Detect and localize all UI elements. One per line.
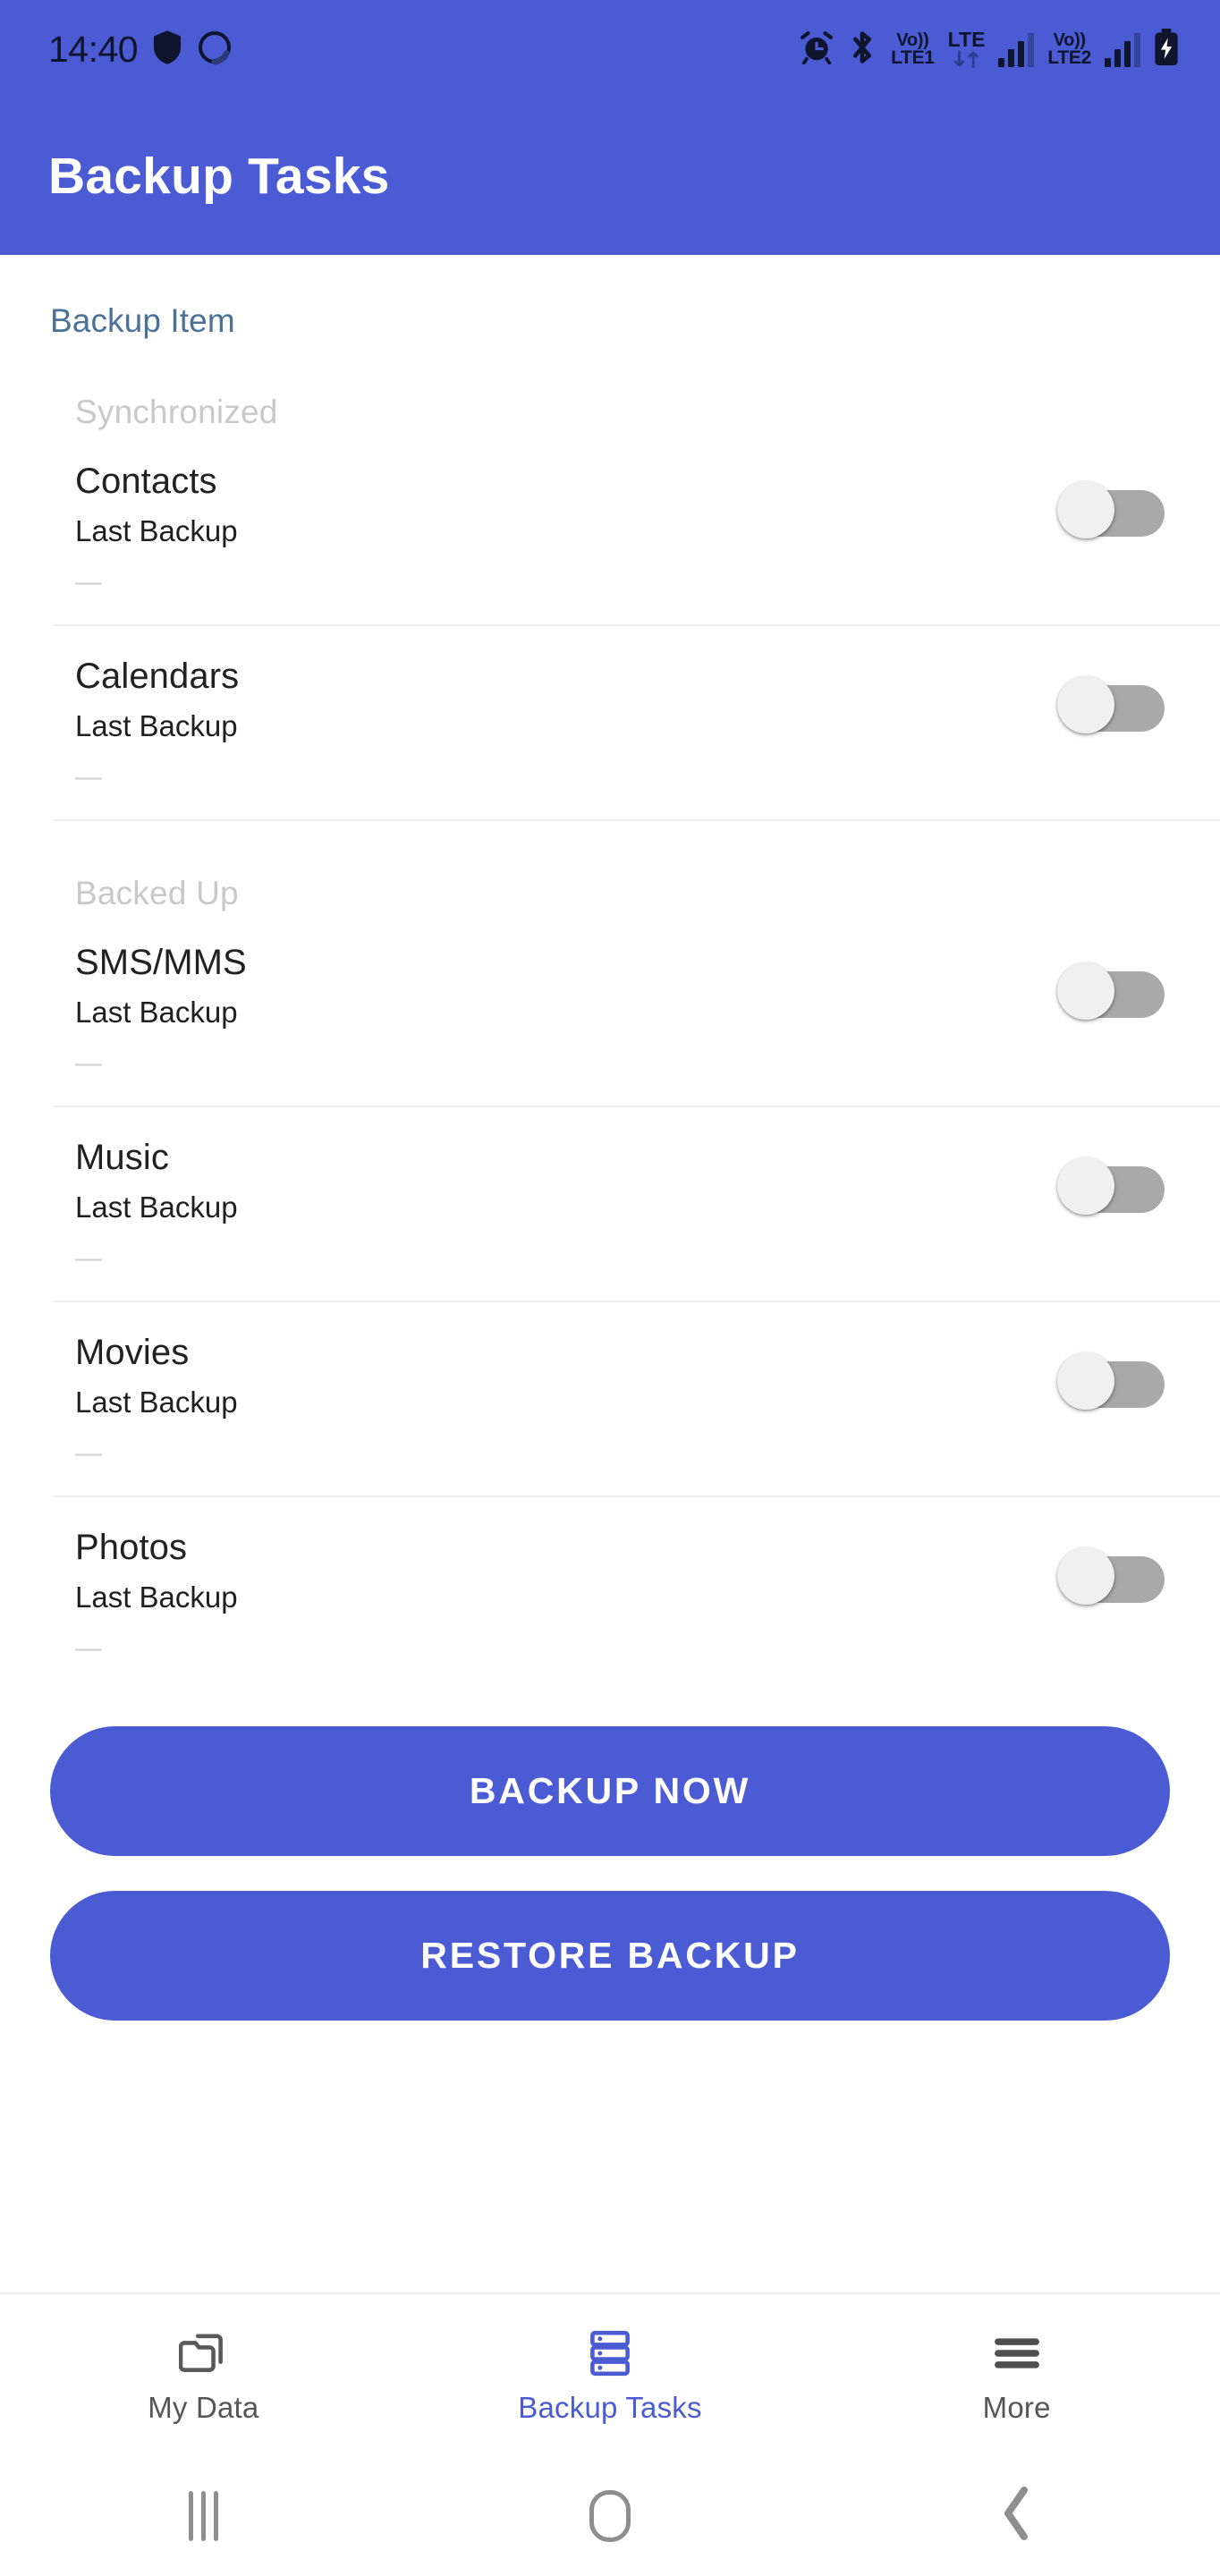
- row-texts: Photos Last Backup —: [75, 1521, 1057, 1662]
- toggle-contacts[interactable]: [1057, 481, 1165, 538]
- signal-bars-sim1-icon: [998, 31, 1035, 67]
- back-chevron-icon: [999, 2487, 1035, 2545]
- nav-item-more[interactable]: More: [813, 2328, 1220, 2422]
- row-value: —: [75, 567, 102, 597]
- row-title: Music: [75, 1138, 169, 1177]
- back-button[interactable]: [813, 2487, 1220, 2545]
- row-title: Calendars: [75, 657, 240, 696]
- backup-item-section-title: Backup Item: [50, 302, 235, 339]
- home-icon: [589, 2489, 631, 2542]
- server-stack-icon: [588, 2328, 632, 2378]
- toggle-thumb: [1057, 1352, 1114, 1410]
- row-title: Movies: [75, 1333, 190, 1372]
- toggle-thumb: [1057, 1547, 1114, 1605]
- row-texts: Music Last Backup —: [75, 1131, 1057, 1272]
- row-subtitle: Last Backup: [75, 1580, 238, 1614]
- app-screen: 14:40 Vo)) LTE1 LTE Vo)) LTE2 Backup Tas…: [0, 0, 1220, 2576]
- toggle-calendars[interactable]: [1057, 676, 1165, 733]
- nav-label: My Data: [148, 2390, 259, 2424]
- row-value: —: [75, 1438, 102, 1469]
- table-row[interactable]: Movies Last Backup —: [0, 1302, 1220, 1497]
- volte2-icon: Vo)) LTE2: [1047, 30, 1091, 68]
- status-bar: 14:40 Vo)) LTE1 LTE Vo)) LTE2: [0, 0, 1220, 98]
- battery-charging-icon: [1154, 28, 1179, 71]
- toggle-music[interactable]: [1057, 1157, 1165, 1215]
- signal-bars-sim2-icon: [1105, 31, 1140, 67]
- toggle-thumb: [1057, 481, 1114, 538]
- status-bar-clock: 14:40: [48, 28, 139, 70]
- page-title: Backup Tasks: [48, 148, 390, 205]
- volte1-icon: Vo)) LTE1: [891, 30, 935, 68]
- restore-backup-button[interactable]: RESTORE BACKUP: [50, 1891, 1170, 2021]
- row-subtitle: Last Backup: [75, 995, 238, 1029]
- row-texts: SMS/MMS Last Backup —: [75, 936, 1057, 1077]
- bottom-navigation: My Data Backup Tasks More: [0, 2292, 1220, 2455]
- lte-data-icon: LTE: [948, 30, 985, 68]
- toggle-thumb: [1057, 676, 1114, 733]
- group-label-synchronized: Synchronized: [75, 394, 278, 430]
- row-subtitle: Last Backup: [75, 1190, 238, 1224]
- row-texts: Contacts Last Backup —: [75, 454, 1057, 596]
- table-row[interactable]: Contacts Last Backup —: [0, 431, 1220, 626]
- row-title: Contacts: [75, 462, 217, 501]
- system-navigation-bar: [0, 2455, 1220, 2576]
- toggle-thumb: [1057, 962, 1114, 1020]
- hamburger-icon: [993, 2328, 1041, 2378]
- circle-loading-icon: [197, 30, 233, 70]
- table-row[interactable]: SMS/MMS Last Backup —: [0, 912, 1220, 1107]
- toggle-thumb: [1057, 1157, 1114, 1215]
- app-bar: Backup Tasks: [0, 98, 1220, 255]
- table-row[interactable]: Music Last Backup —: [0, 1107, 1220, 1302]
- row-title: Photos: [75, 1528, 188, 1567]
- toggle-photos[interactable]: [1057, 1547, 1165, 1605]
- recents-button[interactable]: [0, 2490, 407, 2541]
- recents-icon: [188, 2490, 218, 2541]
- row-value: —: [75, 1633, 102, 1664]
- shield-icon: [154, 30, 182, 69]
- bluetooth-icon: [847, 30, 877, 70]
- row-subtitle: Last Backup: [75, 513, 238, 547]
- table-row[interactable]: Calendars Last Backup —: [0, 626, 1220, 821]
- main-content: Backup Item Synchronized Contacts Last B…: [0, 255, 1220, 2292]
- nav-label: More: [982, 2390, 1051, 2424]
- folders-icon: [179, 2328, 227, 2378]
- toggle-sms-mms[interactable]: [1057, 962, 1165, 1020]
- backup-now-button[interactable]: BACKUP NOW: [50, 1726, 1170, 1856]
- toggle-movies[interactable]: [1057, 1352, 1165, 1410]
- nav-item-backup-tasks[interactable]: Backup Tasks: [407, 2328, 814, 2422]
- nav-label: Backup Tasks: [518, 2390, 702, 2424]
- row-texts: Calendars Last Backup —: [75, 649, 1057, 791]
- action-buttons: BACKUP NOW RESTORE BACKUP: [0, 1692, 1220, 2021]
- nav-item-my-data[interactable]: My Data: [0, 2328, 407, 2422]
- row-value: —: [75, 1048, 102, 1079]
- row-value: —: [75, 1243, 102, 1274]
- row-value: —: [75, 762, 102, 792]
- alarm-icon: [800, 30, 834, 69]
- row-subtitle: Last Backup: [75, 1385, 238, 1419]
- row-title: SMS/MMS: [75, 943, 247, 982]
- group-label-backed-up: Backed Up: [75, 875, 239, 911]
- table-row[interactable]: Photos Last Backup —: [0, 1497, 1220, 1692]
- status-bar-right: Vo)) LTE1 LTE Vo)) LTE2: [800, 28, 1179, 71]
- home-button[interactable]: [407, 2489, 814, 2542]
- row-subtitle: Last Backup: [75, 708, 238, 742]
- row-texts: Movies Last Backup —: [75, 1326, 1057, 1467]
- status-bar-left: 14:40: [48, 30, 233, 70]
